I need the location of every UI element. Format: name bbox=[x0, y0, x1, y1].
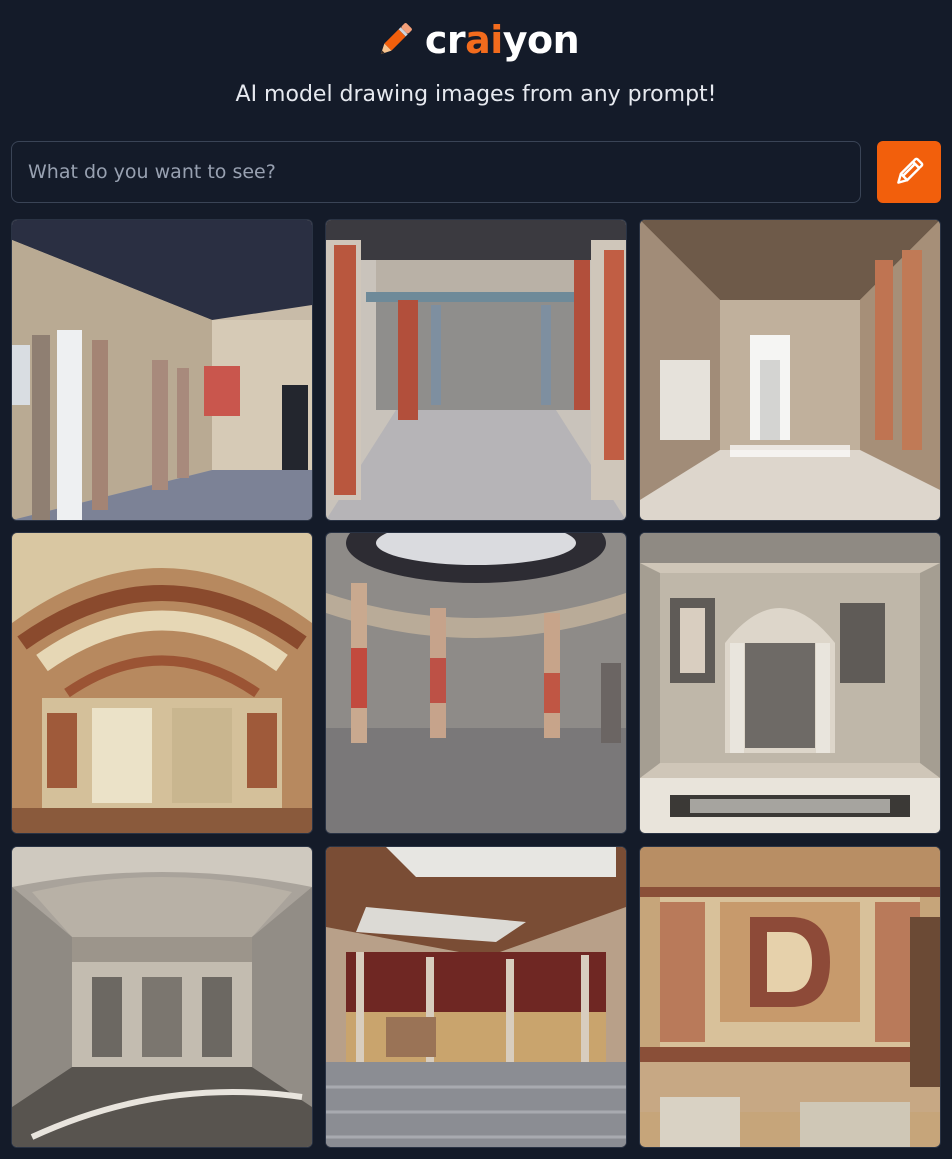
logo-text-suffix: yon bbox=[502, 18, 580, 62]
pencil-icon bbox=[897, 157, 924, 184]
logo-text-accent: ai bbox=[465, 18, 503, 62]
result-image-2[interactable] bbox=[325, 219, 627, 521]
result-image-3[interactable] bbox=[639, 219, 941, 521]
prompt-input[interactable] bbox=[12, 142, 860, 202]
result-image-5[interactable] bbox=[325, 532, 627, 834]
logo-text-prefix: cr bbox=[424, 18, 466, 62]
tagline: AI model drawing images from any prompt! bbox=[235, 82, 717, 107]
result-image-1[interactable] bbox=[11, 219, 313, 521]
result-image-4[interactable] bbox=[11, 532, 313, 834]
result-image-9[interactable] bbox=[639, 846, 941, 1148]
app-header: craiyon bbox=[0, 14, 952, 66]
result-image-7[interactable] bbox=[11, 846, 313, 1148]
draw-button[interactable] bbox=[877, 141, 941, 203]
search-box bbox=[11, 141, 861, 203]
results-grid bbox=[11, 219, 941, 1148]
result-image-8[interactable] bbox=[325, 846, 627, 1148]
result-image-6[interactable] bbox=[639, 532, 941, 834]
pencil-icon bbox=[380, 23, 412, 55]
app-logo: craiyon bbox=[424, 18, 580, 62]
